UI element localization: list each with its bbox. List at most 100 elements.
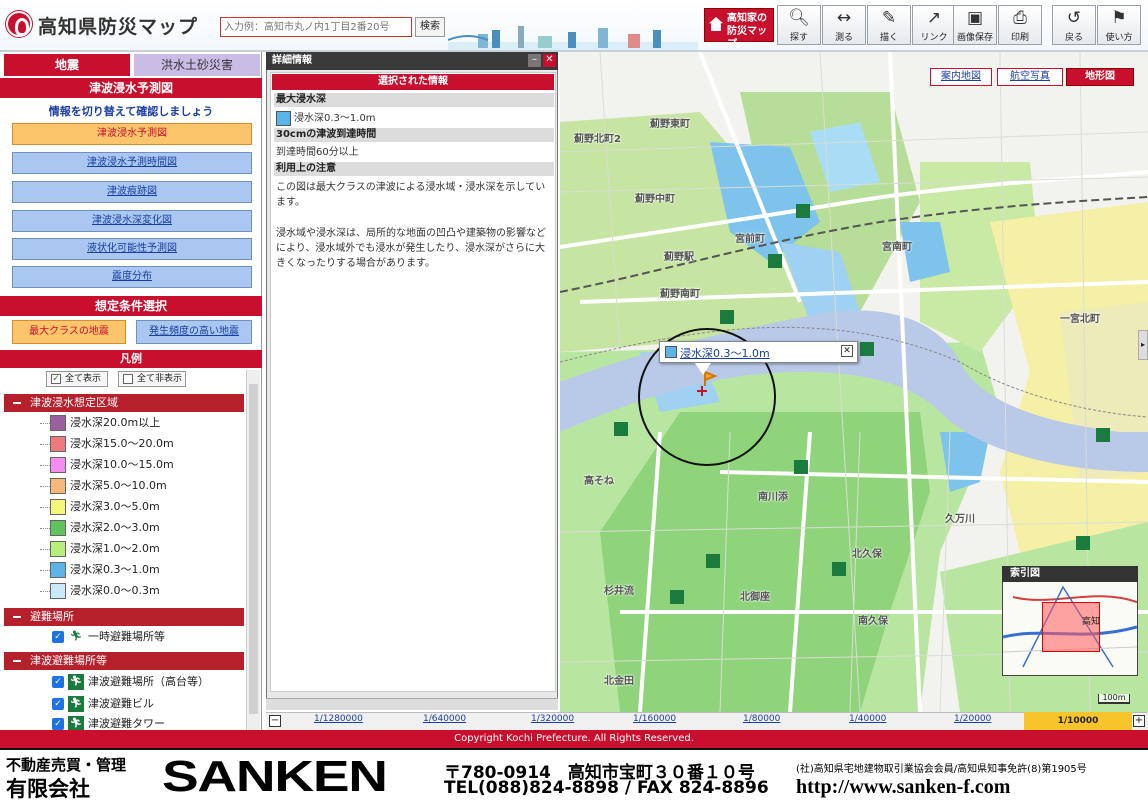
checkbox-checked-icon[interactable]: ✓ (52, 718, 64, 730)
seismic-intensity-button[interactable]: 震度分布 (12, 266, 252, 288)
link-icon: ↗ (926, 8, 942, 28)
save-icon: ▣ (966, 8, 984, 28)
map-type-terrain-button[interactable]: 地形図 (1066, 68, 1134, 86)
tool-label: 使い方 (1105, 33, 1133, 43)
legend-swatch (50, 562, 66, 578)
map-place-label: 宮前町 (735, 234, 765, 245)
address-search-input[interactable] (220, 17, 412, 37)
scale-1-160000[interactable]: 1/160000 (633, 714, 676, 724)
tsunami-evac-high-row[interactable]: ✓ 🏃︎ 津波避難場所（高台等） (40, 672, 209, 692)
evacuation-site-row[interactable]: ✓ 🏃︎ 一時避難場所等 (40, 627, 165, 647)
legend-item: 浸水深1.0～2.0m (40, 539, 160, 559)
tool-link-button[interactable]: ↗ リンク (912, 5, 956, 45)
max-depth-heading: 最大浸水深 (274, 93, 554, 107)
index-map-title: 索引図 (1002, 566, 1138, 582)
detail-minimize-icon[interactable]: – (528, 54, 541, 67)
map-type-aerial-button[interactable]: 航空写真 (997, 68, 1063, 86)
tool-search-button[interactable]: 🔍︎ 探す (777, 5, 821, 45)
legend-group-tsunami[interactable]: 津波浸水想定区域 (4, 394, 244, 412)
tool-print-button[interactable]: ⎙ 印刷 (998, 5, 1042, 45)
legend-swatch (50, 478, 66, 494)
map-type-guide-button[interactable]: 案内地図 (930, 68, 992, 86)
popup-tail (695, 363, 711, 375)
scrollbar-thumb[interactable] (249, 384, 258, 714)
tool-measure-button[interactable]: ↔ 測る (822, 5, 866, 45)
tool-label: 測る (834, 33, 853, 43)
checkbox-checked-icon[interactable]: ✓ (52, 698, 64, 710)
tool-save-image-button[interactable]: ▣ 画像保存 (953, 5, 997, 45)
tsunami-trace-map-button[interactable]: 津波痕跡図 (12, 181, 252, 203)
notes-heading: 利用上の注意 (274, 162, 554, 176)
tool-label: 印刷 (1010, 33, 1029, 43)
legend-group-tsunami-evacuation[interactable]: 津波避難場所等 (4, 652, 244, 670)
frequent-quake-button[interactable]: 発生頻度の高い地震 (136, 320, 252, 344)
scale-1-320000[interactable]: 1/320000 (531, 714, 574, 724)
hide-all-button[interactable]: 全て非表示 (118, 371, 186, 387)
tool-draw-button[interactable]: ✎ 描く (867, 5, 911, 45)
tsunami-evac-building-row[interactable]: ✓ 🏃︎ 津波避難ビル (40, 694, 154, 714)
scale-1-1280000[interactable]: 1/1280000 (314, 714, 363, 724)
map-place-label: 北御座 (740, 592, 770, 603)
show-all-label: 全て表示 (65, 374, 102, 384)
zoom-out-button[interactable]: − (269, 715, 281, 727)
map-place-label: 薊野北町2 (574, 134, 621, 145)
legend-item: 浸水深3.0～5.0m (40, 497, 160, 517)
ruler-icon: ↔ (836, 8, 852, 28)
right-panel-toggle[interactable]: ▸ (1138, 330, 1148, 360)
app-title: 高知県防災マップ (38, 16, 199, 38)
tool-label: 探す (789, 33, 808, 43)
index-map-label: 高知 (1082, 617, 1101, 627)
scale-1-40000[interactable]: 1/40000 (849, 714, 886, 724)
scale-1-80000[interactable]: 1/80000 (743, 714, 780, 724)
zoom-in-button[interactable]: + (1133, 715, 1145, 727)
tsunami-evacuation-icon: 🏃︎ (68, 696, 84, 712)
tsunami-evac-label: 津波避難タワー (88, 717, 165, 730)
map-place-label: 杉井流 (604, 586, 634, 597)
legend-item: 浸水深0.3～1.0m (40, 560, 160, 580)
show-all-button[interactable]: ✓ 全て表示 (46, 371, 108, 387)
popup-depth-link[interactable]: 浸水深0.3～1.0m (680, 345, 770, 361)
switch-info-text: 情報を切り替えて確認しましょう (48, 105, 214, 118)
evacuation-person-icon: 🏃︎ (68, 629, 84, 645)
legend-group-label: 避難場所 (30, 610, 74, 623)
checkbox-checked-icon[interactable]: ✓ (52, 676, 64, 688)
banner-association: (社)高知県宅地建物取引業協会会員/高知県知事免許(8)第1905号 (796, 764, 1087, 775)
scale-1-10000-active[interactable]: 1/10000 (1024, 712, 1132, 730)
tsunami-time-map-button[interactable]: 津波浸水予測時間図 (12, 152, 252, 174)
legend-scrollbar[interactable] (246, 370, 260, 730)
detail-close-icon[interactable]: ✕ (543, 54, 556, 67)
banner-company-type: 有限会社 (6, 777, 90, 801)
city-skyline-decoration (448, 26, 698, 50)
tool-help-button[interactable]: ⚑ 使い方 (1097, 5, 1141, 45)
detail-resize-bar[interactable] (266, 698, 558, 710)
evacuation-site-label: 一時避難場所等 (88, 630, 165, 643)
index-view-rectangle[interactable] (1042, 602, 1100, 652)
scale-1-640000[interactable]: 1/640000 (423, 714, 466, 724)
legend-item: 浸水深5.0～10.0m (40, 476, 167, 496)
legend-item-label: 浸水深0.0～0.3m (70, 584, 160, 597)
legend-swatch (50, 499, 66, 515)
tsunami-evac-label: 津波避難ビル (88, 697, 154, 710)
map-place-label: 久万川 (945, 514, 975, 525)
kochike-bousai-map-button[interactable]: 高知家の防災マップ (704, 8, 774, 50)
tsunami-inundation-map-button[interactable]: 津波浸水予測図 (12, 123, 252, 145)
tab-earthquake[interactable]: 地震 (4, 54, 130, 76)
detail-panel-title: 詳細情報 (266, 52, 558, 70)
tab-flood-landslide[interactable]: 洪水土砂災害 (134, 54, 260, 76)
scale-1-20000[interactable]: 1/20000 (954, 714, 991, 724)
checkbox-checked-icon[interactable]: ✓ (52, 631, 64, 643)
search-button[interactable]: 検索 (415, 17, 445, 37)
map-place-label: 宮南町 (882, 242, 912, 253)
legend-group-evacuation[interactable]: 避難場所 (4, 608, 244, 626)
tsunami-evac-tower-row[interactable]: ✓ 🏃︎ 津波避難タワー (40, 714, 165, 730)
tsunami-evacuation-icon: 🏃︎ (68, 674, 84, 690)
popup-close-icon[interactable]: ✕ (841, 345, 853, 357)
check-icon: ✓ (51, 374, 61, 384)
banner-url: http://www.sanken-f.com (796, 776, 1011, 798)
max-class-quake-button[interactable]: 最大クラスの地震 (12, 320, 126, 344)
tsunami-depth-change-button[interactable]: 津波浸水深変化図 (12, 210, 252, 232)
map-place-label: 北久保 (852, 549, 882, 560)
house-icon (709, 17, 723, 31)
tool-back-button[interactable]: ↺ 戻る (1052, 5, 1096, 45)
liquefaction-map-button[interactable]: 液状化可能性予測図 (12, 238, 252, 260)
